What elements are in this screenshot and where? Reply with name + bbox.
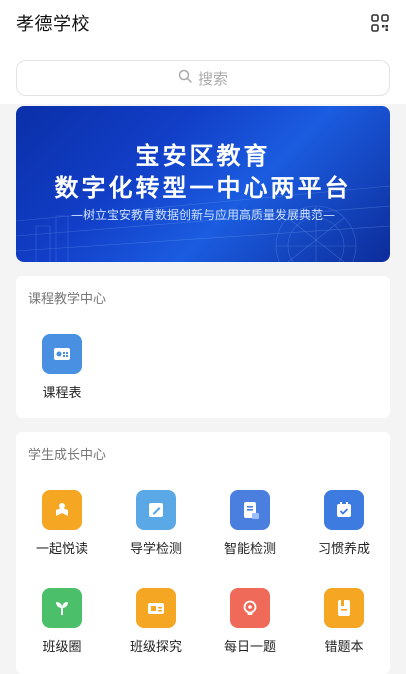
app-label: 习惯养成 <box>317 542 370 557</box>
app-class-circle[interactable]: 班级圈 <box>20 588 104 655</box>
search-input[interactable]: 搜索 <box>16 60 390 96</box>
lightbulb-icon <box>230 588 270 628</box>
reading-icon <box>42 490 82 530</box>
app-schedule[interactable]: 课程表 <box>20 334 104 401</box>
app-habit[interactable]: 习惯养成 <box>302 490 386 557</box>
promo-banner[interactable]: 宝安区教育 数字化转型一中心两平台 —树立宝安教育数据创新与应用高质量发展典范— <box>16 106 390 262</box>
section-title: 学生成长中心 <box>28 448 107 463</box>
app-class-explore[interactable]: 班级探究 <box>114 588 198 655</box>
course-center-card: 课程教学中心 课程表 <box>16 276 390 418</box>
banner-title-line1: 宝安区教育 <box>135 142 271 170</box>
sprout-icon <box>42 588 82 628</box>
banner-subtitle: —树立宝安教育数据创新与应用高质量发展典范— <box>70 208 335 222</box>
schedule-icon <box>42 334 82 374</box>
app-guided-test[interactable]: 导学检测 <box>114 490 198 557</box>
explore-card-icon <box>136 588 176 628</box>
app-label: 课程表 <box>42 386 82 401</box>
page-title: 孝德学校 <box>16 14 90 35</box>
pencil-note-icon <box>136 490 176 530</box>
grid-qr-icon[interactable] <box>370 13 390 33</box>
growth-center-card: 学生成长中心 一起悦读 导学检测 智能检测 习惯养成 班级圈 班级探究 每日一题… <box>16 432 390 674</box>
app-label: 智能检测 <box>223 542 276 557</box>
app-label: 班级探究 <box>129 640 182 655</box>
banner-title-line2: 数字化转型一中心两平台 <box>54 174 352 202</box>
app-label: 班级圈 <box>42 640 82 655</box>
app-label: 每日一题 <box>223 640 276 655</box>
app-mistake-book[interactable]: 错题本 <box>302 588 386 655</box>
search-icon <box>178 69 192 87</box>
app-label: 错题本 <box>324 640 364 655</box>
top-header: 孝德学校 <box>0 0 406 48</box>
section-title: 课程教学中心 <box>28 292 107 307</box>
search-placeholder: 搜索 <box>197 69 228 88</box>
smart-test-icon <box>230 490 270 530</box>
mistake-book-icon <box>324 588 364 628</box>
app-smart-test[interactable]: 智能检测 <box>208 490 292 557</box>
app-daily-question[interactable]: 每日一题 <box>208 588 292 655</box>
app-label: 导学检测 <box>129 542 182 557</box>
app-reading[interactable]: 一起悦读 <box>20 490 104 557</box>
calendar-check-icon <box>324 490 364 530</box>
app-label: 一起悦读 <box>35 542 88 557</box>
